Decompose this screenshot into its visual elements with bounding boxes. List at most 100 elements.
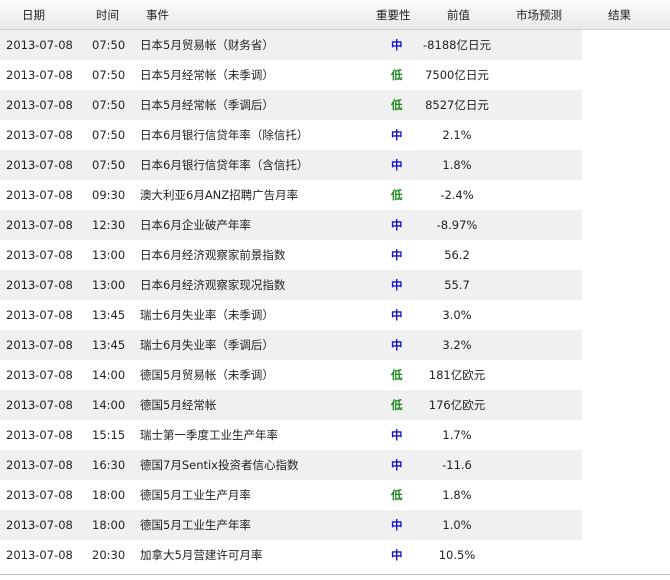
table-row[interactable]: 2013-07-08 20:30 加拿大5月营建许可月率 中 10.5% [0, 540, 670, 570]
cell-previous: 1.8% [442, 158, 472, 172]
table-row[interactable]: 2013-07-08 14:00 德国5月经常帐 低 176亿欧元 [0, 390, 670, 420]
cell-importance: 中 [391, 308, 403, 322]
cell-event[interactable]: 德国5月工业生产年率 [140, 518, 251, 533]
cell-date: 2013-07-08 [6, 398, 73, 412]
cell-event[interactable]: 澳大利亚6月ANZ招聘广告月率 [140, 188, 298, 203]
cell-time: 16:30 [92, 458, 126, 472]
cell-time: 18:00 [92, 518, 126, 532]
cell-importance: 中 [391, 458, 403, 472]
cell-previous: 7500亿日元 [425, 68, 489, 82]
cell-previous: 8527亿日元 [425, 98, 489, 112]
cell-importance: 中 [391, 38, 403, 52]
cell-event[interactable]: 日本6月银行信贷年率（除信托） [140, 128, 308, 143]
cell-previous: -8.97% [436, 218, 478, 232]
cell-importance: 中 [391, 158, 403, 172]
cell-event[interactable]: 日本6月企业破产年率 [140, 218, 251, 233]
cell-previous: 55.7 [444, 278, 470, 292]
table-row[interactable]: 2013-07-08 15:15 瑞士第一季度工业生产年率 中 1.7% [0, 420, 670, 450]
cell-time: 13:00 [92, 248, 126, 262]
cell-event[interactable]: 瑞士第一季度工业生产年率 [140, 428, 278, 443]
cell-previous: 2.1% [442, 128, 472, 142]
cell-event[interactable]: 瑞士6月失业率（未季调） [140, 308, 274, 323]
cell-date: 2013-07-08 [6, 98, 73, 112]
cell-date: 2013-07-08 [6, 428, 73, 442]
cell-event[interactable]: 日本6月银行信贷年率（含信托） [140, 158, 308, 173]
table-row[interactable]: 2013-07-08 16:30 德国7月Sentix投资者信心指数 中 -11.6 [0, 450, 670, 480]
cell-date: 2013-07-08 [6, 458, 73, 472]
economic-calendar: 日期 时间 事件 重要性 前值 市场预测 结果 2013-07-08 07:50 日… [0, 0, 670, 580]
cell-event[interactable]: 德国7月Sentix投资者信心指数 [140, 458, 299, 473]
table-row[interactable]: 2013-07-08 09:30 澳大利亚6月ANZ招聘广告月率 低 -2.4% [0, 180, 670, 210]
cell-importance: 中 [391, 278, 403, 292]
cell-previous: 176亿欧元 [428, 398, 486, 412]
cell-previous: -8188亿日元 [423, 38, 491, 52]
cell-previous: -2.4% [440, 188, 474, 202]
header-importance: 重要性 [376, 8, 411, 22]
table-row[interactable]: 2013-07-08 07:50 日本6月银行信贷年率（除信托） 中 2.1% [0, 120, 670, 150]
cell-time: 14:00 [92, 398, 126, 412]
table-row[interactable]: 2013-07-08 07:50 日本5月经常帐（未季调） 低 7500亿日元 [0, 60, 670, 90]
cell-previous: 1.8% [442, 488, 472, 502]
cell-date: 2013-07-08 [6, 218, 73, 232]
header-event: 事件 [146, 8, 169, 22]
table-header: 日期 时间 事件 重要性 前值 市场预测 结果 [0, 0, 670, 30]
cell-previous: 181亿欧元 [428, 368, 486, 382]
cell-date: 2013-07-08 [6, 278, 73, 292]
cell-event[interactable]: 德国5月工业生产月率 [140, 488, 251, 503]
cell-time: 09:30 [92, 188, 126, 202]
table-row[interactable]: 2013-07-08 13:45 瑞士6月失业率（季调后） 中 3.2% [0, 330, 670, 360]
table-row[interactable]: 2013-07-08 14:00 德国5月贸易帐（未季调） 低 181亿欧元 [0, 360, 670, 390]
table-row[interactable]: 2013-07-08 07:50 日本5月贸易帐（财务省） 中 -8188亿日元 [0, 30, 670, 60]
cell-importance: 中 [391, 218, 403, 232]
cell-time: 12:30 [92, 218, 126, 232]
table-row[interactable]: 2013-07-08 13:00 日本6月经济观察家现况指数 中 55.7 [0, 270, 670, 300]
cell-time: 13:45 [92, 338, 126, 352]
cell-time: 20:30 [92, 548, 126, 562]
cell-time: 14:00 [92, 368, 126, 382]
cell-event[interactable]: 加拿大5月营建许可月率 [140, 548, 262, 563]
cell-date: 2013-07-08 [6, 38, 73, 52]
cell-time: 07:50 [92, 158, 126, 172]
cell-date: 2013-07-08 [6, 158, 73, 172]
cell-date: 2013-07-08 [6, 248, 73, 262]
cell-importance: 中 [391, 518, 403, 532]
cell-event[interactable]: 瑞士6月失业率（季调后） [140, 338, 274, 353]
cell-importance: 低 [391, 398, 403, 412]
cell-event[interactable]: 德国5月经常帐 [140, 398, 216, 413]
header-date: 日期 [22, 8, 45, 22]
cell-previous: 1.7% [442, 428, 472, 442]
cell-event[interactable]: 德国5月贸易帐（未季调） [140, 368, 274, 383]
cell-time: 18:00 [92, 488, 126, 502]
header-forecast: 市场预测 [516, 8, 562, 22]
cell-date: 2013-07-08 [6, 188, 73, 202]
cell-event[interactable]: 日本5月经常帐（季调后） [140, 98, 274, 113]
cell-importance: 中 [391, 128, 403, 142]
cell-previous: 1.0% [442, 518, 472, 532]
header-result: 结果 [608, 8, 631, 22]
cell-time: 07:50 [92, 128, 126, 142]
cell-date: 2013-07-08 [6, 68, 73, 82]
cell-event[interactable]: 日本6月经济观察家现况指数 [140, 278, 285, 293]
cell-importance: 低 [391, 488, 403, 502]
table-row[interactable]: 2013-07-08 07:50 日本6月银行信贷年率（含信托） 中 1.8% [0, 150, 670, 180]
cell-importance: 低 [391, 68, 403, 82]
cell-importance: 低 [391, 368, 403, 382]
cell-time: 13:45 [92, 308, 126, 322]
cell-time: 13:00 [92, 278, 126, 292]
table-row[interactable]: 2013-07-08 18:00 德国5月工业生产年率 中 1.0% [0, 510, 670, 540]
table-row[interactable]: 2013-07-08 12:30 日本6月企业破产年率 中 -8.97% [0, 210, 670, 240]
table-row[interactable]: 2013-07-08 18:00 德国5月工业生产月率 低 1.8% [0, 480, 670, 510]
cell-time: 07:50 [92, 98, 126, 112]
header-previous: 前值 [447, 8, 470, 22]
cell-importance: 低 [391, 98, 403, 112]
cell-event[interactable]: 日本5月贸易帐（财务省） [140, 38, 274, 53]
cell-importance: 中 [391, 248, 403, 262]
cell-event[interactable]: 日本6月经济观察家前景指数 [140, 248, 285, 263]
cell-importance: 中 [391, 428, 403, 442]
cell-date: 2013-07-08 [6, 518, 73, 532]
table-row[interactable]: 2013-07-08 13:00 日本6月经济观察家前景指数 中 56.2 [0, 240, 670, 270]
table-bottom-border [0, 574, 670, 575]
table-row[interactable]: 2013-07-08 07:50 日本5月经常帐（季调后） 低 8527亿日元 [0, 90, 670, 120]
table-row[interactable]: 2013-07-08 13:45 瑞士6月失业率（未季调） 中 3.0% [0, 300, 670, 330]
cell-event[interactable]: 日本5月经常帐（未季调） [140, 68, 274, 83]
